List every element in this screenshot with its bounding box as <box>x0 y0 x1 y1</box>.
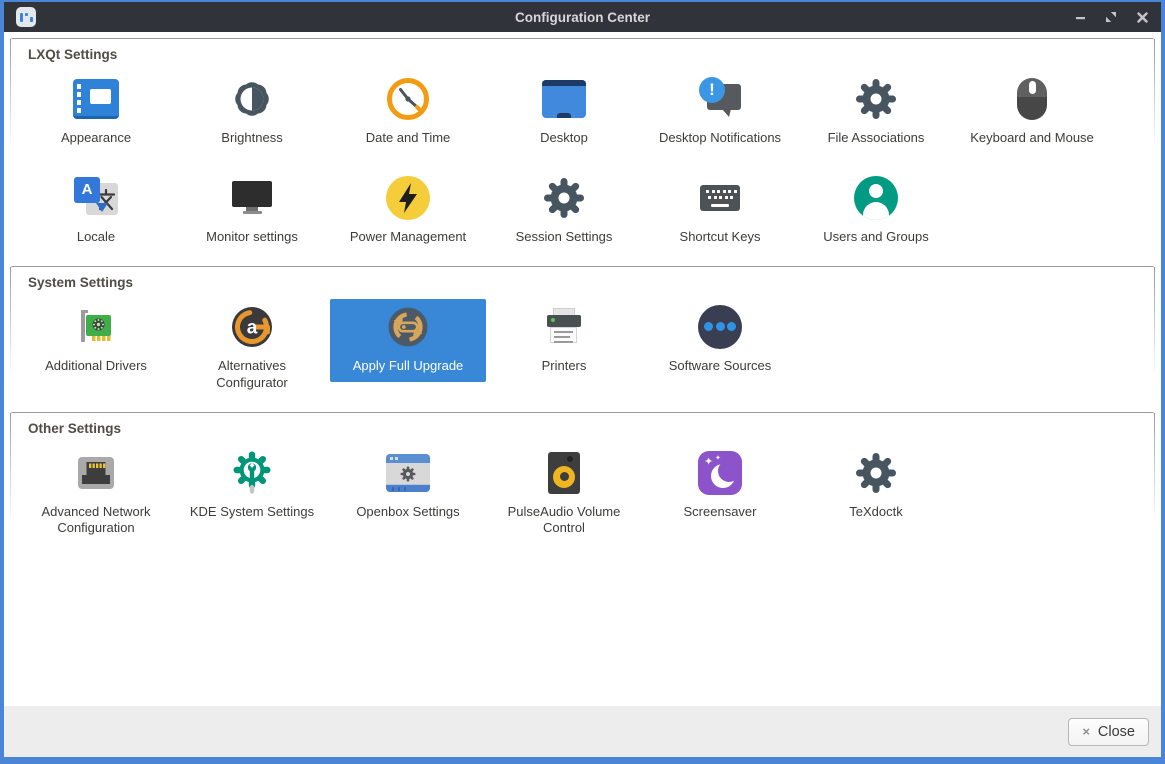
item-date-and-time[interactable]: Date and Time <box>330 71 486 154</box>
window-gear-icon <box>384 449 432 497</box>
section-title: Other Settings <box>28 420 122 436</box>
speaker-icon <box>540 449 588 497</box>
item-label: Locale <box>76 228 116 244</box>
item-kde-system-settings[interactable]: KDE System Settings <box>174 445 330 528</box>
lightning-bolt-icon <box>384 174 432 222</box>
monitor-icon <box>228 174 276 222</box>
pci-card-icon <box>72 303 120 351</box>
alternatives-icon: a <box>228 303 276 351</box>
item-additional-drivers[interactable]: Additional Drivers <box>18 299 174 382</box>
item-screensaver[interactable]: ✦ ✦ Screensaver <box>642 445 798 528</box>
appearance-icon <box>72 75 120 123</box>
item-label: Desktop <box>540 130 588 145</box>
ethernet-port-icon <box>72 449 120 497</box>
item-advanced-network-configuration[interactable]: Advanced Network Configuration <box>18 445 174 545</box>
gear-icon <box>852 449 900 497</box>
keyboard-icon <box>696 174 744 222</box>
item-label: Brightness <box>221 130 283 145</box>
translate-icon: A <box>72 174 120 222</box>
item-keyboard-and-mouse[interactable]: Keyboard and Mouse <box>954 71 1110 154</box>
item-label: Advanced Network Configuration <box>41 503 151 536</box>
item-label: File Associations <box>827 130 925 145</box>
close-window-button[interactable] <box>1135 10 1149 24</box>
content-area: LXQt Settings Appearance Brightness Date… <box>4 32 1161 706</box>
item-label: Keyboard and Mouse <box>970 130 1094 145</box>
clock-icon <box>384 75 432 123</box>
item-session-settings[interactable]: Session Settings <box>486 170 642 253</box>
item-grid: Advanced Network Configuration KDE Syste… <box>18 445 1147 545</box>
item-label: Date and Time <box>365 130 451 145</box>
lxqt-config-icon <box>16 7 36 27</box>
item-software-sources[interactable]: Software Sources <box>642 299 798 382</box>
item-shortcut-keys[interactable]: Shortcut Keys <box>642 170 798 253</box>
item-label: Printers <box>541 357 587 373</box>
item-grid: Appearance Brightness Date and Time Desk… <box>18 71 1147 253</box>
item-file-associations[interactable]: File Associations <box>798 71 954 154</box>
item-texdoctk[interactable]: TeXdoctk <box>798 445 954 528</box>
svg-text:a: a <box>247 317 258 338</box>
configuration-center-window: Configuration Center LXQt Settings Appea… <box>0 0 1165 764</box>
footer-bar: × Close <box>4 706 1161 757</box>
section-title: System Settings <box>28 274 134 290</box>
item-alternatives-configurator[interactable]: a Alternatives Configurator <box>174 299 330 399</box>
gear-icon <box>540 174 588 222</box>
item-locale[interactable]: A Locale <box>18 170 174 253</box>
item-grid: Additional Drivers a Alternatives Config… <box>18 298 1147 399</box>
item-label: Appearance <box>60 130 132 145</box>
mouse-icon <box>1008 75 1056 123</box>
item-label: Session Settings <box>515 228 613 244</box>
restore-button[interactable] <box>1104 10 1118 24</box>
user-circle-icon <box>852 174 900 222</box>
restore-icon <box>1106 12 1116 22</box>
item-label: KDE System Settings <box>189 503 315 519</box>
minimize-button[interactable] <box>1073 10 1087 24</box>
close-button-label: Close <box>1097 723 1135 740</box>
section-title: LXQt Settings <box>28 47 118 62</box>
printer-icon <box>540 303 588 351</box>
window-controls <box>1073 10 1149 24</box>
brightness-icon <box>228 75 276 123</box>
item-label: Additional Drivers <box>45 357 147 373</box>
item-printers[interactable]: Printers <box>486 299 642 382</box>
item-power-management[interactable]: Power Management <box>330 170 486 253</box>
minimize-icon <box>1075 16 1085 19</box>
item-label: Power Management <box>349 228 467 244</box>
upgrade-arrows-icon <box>384 303 432 351</box>
moon-sparkles-icon: ✦ ✦ <box>696 449 744 497</box>
notification-bubble-icon: ! <box>696 75 744 123</box>
item-label: Desktop Notifications <box>658 130 782 145</box>
item-monitor-settings[interactable]: Monitor settings <box>174 170 330 253</box>
gear-wrench-icon <box>228 449 276 497</box>
item-label: Shortcut Keys <box>679 228 761 244</box>
item-label: Openbox Settings <box>356 503 460 519</box>
item-pulseaudio-volume-control[interactable]: PulseAudio Volume Control <box>486 445 642 545</box>
item-label: Screensaver <box>683 503 757 519</box>
close-icon <box>1136 11 1148 23</box>
item-desktop-notifications[interactable]: ! Desktop Notifications <box>642 71 798 154</box>
item-openbox-settings[interactable]: Openbox Settings <box>330 445 486 528</box>
section-lxqt-settings: LXQt Settings Appearance Brightness Date… <box>10 38 1155 265</box>
item-label: Apply Full Upgrade <box>352 357 464 373</box>
item-users-and-groups[interactable]: Users and Groups <box>798 170 954 253</box>
window-title: Configuration Center <box>515 9 650 25</box>
item-desktop[interactable]: Desktop <box>486 71 642 154</box>
close-button[interactable]: × Close <box>1068 717 1149 746</box>
section-system-settings: System Settings Additional Drivers a Alt… <box>10 265 1155 411</box>
titlebar: Configuration Center <box>4 2 1161 32</box>
close-x-icon: × <box>1082 724 1090 739</box>
item-label: TeXdoctk <box>849 503 903 519</box>
software-sources-icon <box>696 303 744 351</box>
item-label: Users and Groups <box>823 228 929 244</box>
item-label: Monitor settings <box>206 228 298 244</box>
item-appearance[interactable]: Appearance <box>18 71 174 154</box>
item-label: Software Sources <box>668 357 772 373</box>
item-label: Alternatives Configurator <box>216 357 288 390</box>
item-brightness[interactable]: Brightness <box>174 71 330 154</box>
gear-icon <box>852 75 900 123</box>
item-apply-full-upgrade[interactable]: Apply Full Upgrade <box>330 298 486 382</box>
section-other-settings: Other Settings Advanced Network Configur… <box>10 411 1155 706</box>
item-label: PulseAudio Volume Control <box>507 503 621 536</box>
desktop-icon <box>540 75 588 123</box>
